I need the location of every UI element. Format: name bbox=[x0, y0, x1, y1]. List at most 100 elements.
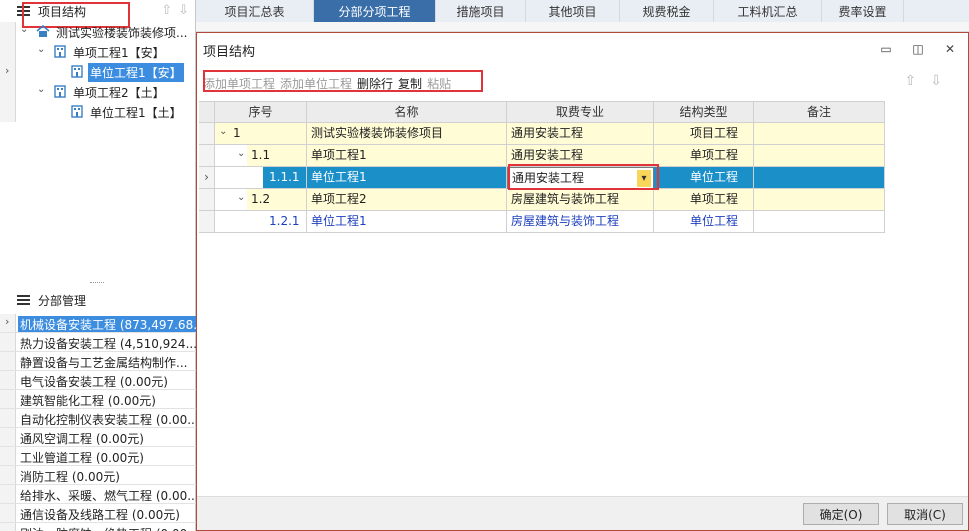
fenbu-item[interactable]: › 机械设备安装工程 (873,497.68... bbox=[0, 314, 196, 333]
fenbu-item[interactable]: 刷油、防腐蚀、绝热工程 (0.00... bbox=[0, 523, 196, 531]
fenbu-item-label: 静置设备与工艺金属结构制作... bbox=[20, 356, 188, 370]
grid-row[interactable]: ⌄ 1.1 单项工程1 通用安装工程 单项工程 bbox=[199, 145, 887, 167]
fenbu-item[interactable]: 消防工程 (0.00元) bbox=[0, 466, 196, 485]
expand-toggle-icon[interactable]: ⌄ bbox=[219, 123, 227, 142]
type-text: 单位工程 bbox=[690, 214, 739, 228]
fenbu-item[interactable]: 静置设备与工艺金属结构制作... bbox=[0, 352, 196, 371]
fenbu-item[interactable]: 自动化控制仪表安装工程 (0.00... bbox=[0, 409, 196, 428]
tab-4[interactable]: 其他项目 bbox=[526, 0, 620, 22]
expand-toggle-icon[interactable]: ⌄ bbox=[237, 189, 245, 208]
cell-seq: ⌄ 1 bbox=[215, 123, 307, 145]
move-down-icon[interactable]: ⇩ bbox=[930, 73, 942, 89]
building-icon bbox=[70, 105, 84, 118]
grid-row[interactable]: ⌄ 1 测试实验楼装饰装修项目 通用安装工程 项目工程 bbox=[199, 123, 887, 145]
tab-3[interactable]: 措施项目 bbox=[436, 0, 526, 22]
tab-2[interactable]: 分部分项工程 bbox=[314, 0, 436, 22]
fenbu-item[interactable]: 通信设备及线路工程 (0.00元) bbox=[0, 504, 196, 523]
row-gutter bbox=[0, 485, 16, 503]
fenbu-item-label: 机械设备安装工程 (873,497.68... bbox=[18, 316, 196, 332]
expand-toggle-icon[interactable]: ⌄ bbox=[37, 44, 45, 55]
cell-type: 项目工程 bbox=[654, 123, 754, 145]
tree-item-label: 测试实验楼装饰装修项... bbox=[56, 26, 188, 40]
toolbar-button: 粘贴 bbox=[427, 77, 452, 91]
fenbu-item[interactable]: 电气设备安装工程 (0.00元) bbox=[0, 371, 196, 390]
fenbu-item-label: 刷油、防腐蚀、绝热工程 (0.00... bbox=[20, 525, 196, 531]
tab-6[interactable]: 工料机汇总 bbox=[714, 0, 822, 22]
dialog-footer: 确定(O) 取消(C) bbox=[197, 496, 968, 530]
tab-subbar bbox=[196, 22, 969, 32]
column-header[interactable]: 取费专业 bbox=[507, 101, 654, 123]
close-icon[interactable]: ✕ bbox=[934, 42, 966, 56]
row-gutter bbox=[0, 466, 16, 484]
row-gutter bbox=[0, 371, 16, 389]
fenbu-item-label: 通风空调工程 (0.00元) bbox=[20, 432, 144, 446]
cell-type: 单项工程 bbox=[654, 189, 754, 211]
tree-item[interactable]: ⌄ 测试实验楼装饰装修项... bbox=[0, 22, 196, 42]
ok-button[interactable]: 确定(O) bbox=[803, 503, 879, 525]
name-text: 单位工程1 bbox=[311, 214, 367, 228]
menu-icon[interactable] bbox=[17, 6, 30, 17]
toolbar-button[interactable]: 删除行 bbox=[357, 75, 393, 93]
row-gutter bbox=[0, 409, 16, 427]
expand-toggle-icon[interactable]: ⌄ bbox=[20, 24, 28, 35]
cell-fee[interactable]: 房屋建筑与装饰工程 bbox=[507, 211, 654, 233]
grid-row[interactable]: ⌄ 1.2 单项工程2 房屋建筑与装饰工程 单项工程 bbox=[199, 189, 887, 211]
grid-row[interactable]: 1.2.1 单位工程1 房屋建筑与装饰工程 单位工程 bbox=[199, 211, 887, 233]
fenbu-item[interactable]: 通风空调工程 (0.00元) bbox=[0, 428, 196, 447]
move-up-icon[interactable]: ⇧ bbox=[161, 3, 172, 18]
fenbu-item[interactable]: 建筑智能化工程 (0.00元) bbox=[0, 390, 196, 409]
type-text: 单项工程 bbox=[690, 192, 739, 206]
expand-toggle-icon[interactable]: ⌄ bbox=[237, 145, 245, 164]
tab-5[interactable]: 规费税金 bbox=[620, 0, 714, 22]
cell-name: 单位工程1 bbox=[307, 211, 507, 233]
tree-item-label: 单项工程1【安】 bbox=[73, 46, 165, 60]
tab-7[interactable]: 费率设置 bbox=[822, 0, 904, 22]
expand-toggle-icon[interactable]: ⌄ bbox=[37, 84, 45, 95]
cell-fee[interactable]: 通用安装工程 ▾ bbox=[507, 167, 654, 189]
tab-1[interactable]: 项目汇总表 bbox=[196, 0, 314, 22]
cancel-button[interactable]: 取消(C) bbox=[887, 503, 963, 525]
minimize-icon[interactable]: ▭ bbox=[870, 42, 902, 56]
move-up-icon[interactable]: ⇧ bbox=[905, 73, 917, 89]
fenbu-list: › 机械设备安装工程 (873,497.68... 热力设备安装工程 (4,510,… bbox=[0, 314, 196, 531]
fee-text: 房屋建筑与装饰工程 bbox=[511, 192, 620, 206]
cell-fee[interactable]: 房屋建筑与装饰工程 bbox=[507, 189, 654, 211]
type-text: 单项工程 bbox=[690, 148, 739, 162]
project-structure-title: 项目结构 bbox=[38, 4, 87, 19]
fenbu-item[interactable]: 热力设备安装工程 (4,510,924.... bbox=[0, 333, 196, 352]
cell-note bbox=[754, 123, 885, 145]
row-gutter bbox=[0, 22, 16, 42]
type-text: 项目工程 bbox=[690, 126, 739, 140]
fenbu-title: 分部管理 bbox=[38, 294, 87, 308]
column-header[interactable]: 名称 bbox=[307, 101, 507, 123]
cell-fee[interactable]: 通用安装工程 bbox=[507, 145, 654, 167]
cell-type: 单项工程 bbox=[654, 145, 754, 167]
project-tree: ⌄ 测试实验楼装饰装修项... ⌄ 单项工程1【安】 › 单位工程1【安】 ⌄ 单项工程2【土… bbox=[0, 22, 196, 280]
tree-item[interactable]: ⌄ 单项工程1【安】 bbox=[0, 42, 196, 62]
row-gutter bbox=[0, 333, 16, 351]
splitter-handle[interactable] bbox=[90, 282, 104, 286]
header-gutter bbox=[199, 101, 215, 123]
cell-type: 单位工程 bbox=[654, 211, 754, 233]
grid-row[interactable]: › 1.1.1 单位工程1 通用安装工程 ▾ 单位工程 bbox=[199, 167, 887, 189]
move-down-icon[interactable]: ⇩ bbox=[178, 3, 189, 18]
dropdown-arrow-icon[interactable]: ▾ bbox=[637, 170, 651, 187]
tree-item[interactable]: › 单位工程1【安】 bbox=[0, 62, 196, 82]
fenbu-item-label: 自动化控制仪表安装工程 (0.00... bbox=[20, 413, 196, 427]
restore-icon[interactable]: ◫ bbox=[902, 42, 934, 56]
column-header[interactable]: 结构类型 bbox=[654, 101, 754, 123]
tree-item[interactable]: 单位工程1【土】 bbox=[0, 102, 196, 122]
fenbu-item[interactable]: 工业管道工程 (0.00元) bbox=[0, 447, 196, 466]
name-text: 单位工程1 bbox=[311, 170, 367, 184]
cell-note bbox=[754, 211, 885, 233]
cell-fee[interactable]: 通用安装工程 bbox=[507, 123, 654, 145]
row-pointer-icon: › bbox=[5, 64, 10, 77]
fenbu-header: 分部管理 bbox=[0, 288, 196, 312]
fee-text: 房屋建筑与装饰工程 bbox=[511, 214, 620, 228]
column-header[interactable]: 备注 bbox=[754, 101, 885, 123]
fenbu-item[interactable]: 给排水、采暖、燃气工程 (0.00... bbox=[0, 485, 196, 504]
tree-item[interactable]: ⌄ 单项工程2【土】 bbox=[0, 82, 196, 102]
column-header[interactable]: 序号 bbox=[215, 101, 307, 123]
toolbar-button[interactable]: 复制 bbox=[398, 75, 422, 93]
row-pointer-icon: › bbox=[5, 315, 10, 328]
